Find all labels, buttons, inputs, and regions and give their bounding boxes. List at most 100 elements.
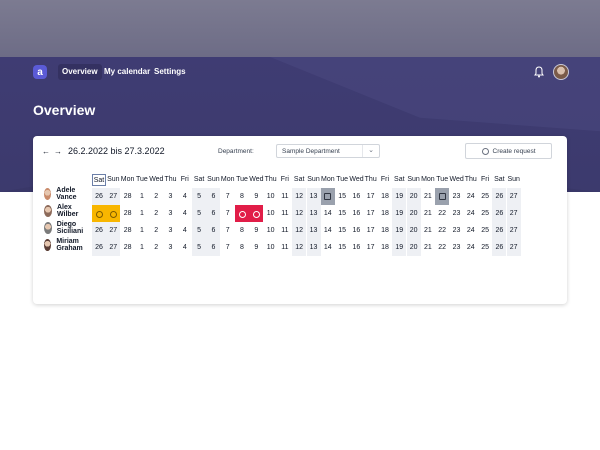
calendar-day-cell[interactable]: 2: [149, 188, 163, 205]
calendar-day-cell[interactable]: 20: [406, 205, 421, 222]
calendar-day-cell[interactable]: 6: [206, 205, 221, 222]
calendar-day-cell[interactable]: 9: [249, 188, 263, 205]
calendar-day-cell[interactable]: 17: [364, 205, 378, 222]
calendar-day-cell[interactable]: 24: [464, 205, 478, 222]
user-avatar[interactable]: [553, 64, 569, 80]
nav-my-calendar[interactable]: My calendar: [100, 64, 154, 80]
calendar-day-cell[interactable]: 22: [435, 205, 449, 222]
calendar-day-cell[interactable]: [92, 205, 106, 222]
calendar-day-cell[interactable]: 13: [306, 222, 321, 239]
calendar-day-cell[interactable]: 7: [221, 205, 235, 222]
calendar-day-cell[interactable]: 5: [192, 222, 207, 239]
calendar-day-cell[interactable]: 14: [321, 239, 335, 256]
calendar-day-cell[interactable]: 3: [164, 188, 178, 205]
calendar-day-cell[interactable]: 15: [335, 205, 349, 222]
calendar-day-cell[interactable]: 25: [478, 222, 492, 239]
calendar-day-cell[interactable]: 12: [292, 222, 307, 239]
calendar-day-cell[interactable]: 4: [178, 239, 192, 256]
calendar-day-cell[interactable]: 27: [106, 239, 121, 256]
calendar-day-cell[interactable]: 19: [392, 205, 407, 222]
calendar-day-cell[interactable]: [235, 205, 249, 222]
calendar-day-cell[interactable]: 9: [249, 222, 263, 239]
calendar-day-cell[interactable]: 17: [364, 222, 378, 239]
calendar-day-cell[interactable]: 5: [192, 239, 207, 256]
calendar-day-cell[interactable]: 11: [278, 205, 292, 222]
calendar-day-cell[interactable]: 27: [106, 188, 121, 205]
calendar-day-cell[interactable]: 20: [406, 188, 421, 205]
calendar-day-cell[interactable]: 23: [450, 188, 464, 205]
calendar-day-cell[interactable]: 3: [164, 205, 178, 222]
calendar-day-cell[interactable]: 26: [492, 239, 507, 256]
calendar-day-cell[interactable]: 25: [478, 188, 492, 205]
calendar-day-cell[interactable]: 21: [421, 239, 435, 256]
calendar-day-cell[interactable]: 17: [364, 239, 378, 256]
calendar-day-cell[interactable]: 20: [406, 222, 421, 239]
app-logo[interactable]: a: [33, 65, 47, 79]
calendar-day-cell[interactable]: 6: [206, 188, 221, 205]
calendar-day-cell[interactable]: 16: [349, 188, 363, 205]
calendar-day-cell[interactable]: 28: [121, 239, 135, 256]
calendar-day-cell[interactable]: 26: [492, 222, 507, 239]
prev-arrow-icon[interactable]: ←: [42, 147, 50, 156]
calendar-day-cell[interactable]: 24: [464, 222, 478, 239]
calendar-day-cell[interactable]: 18: [378, 239, 392, 256]
calendar-day-cell[interactable]: 21: [421, 222, 435, 239]
calendar-day-cell[interactable]: 1: [135, 222, 149, 239]
calendar-day-cell[interactable]: 2: [149, 239, 163, 256]
calendar-day-cell[interactable]: 3: [164, 239, 178, 256]
bell-icon[interactable]: [534, 66, 544, 78]
calendar-day-cell[interactable]: 23: [450, 239, 464, 256]
calendar-day-cell[interactable]: 2: [149, 222, 163, 239]
calendar-day-cell[interactable]: 16: [349, 222, 363, 239]
calendar-day-cell[interactable]: 27: [506, 239, 521, 256]
calendar-day-cell[interactable]: 26: [92, 239, 106, 256]
calendar-day-cell[interactable]: [435, 188, 450, 205]
nav-settings[interactable]: Settings: [150, 64, 190, 80]
calendar-day-cell[interactable]: [320, 188, 335, 205]
calendar-day-cell[interactable]: 7: [221, 222, 235, 239]
calendar-day-cell[interactable]: 25: [478, 239, 492, 256]
calendar-day-cell[interactable]: 28: [121, 205, 135, 222]
calendar-day-cell[interactable]: 26: [492, 205, 507, 222]
calendar-day-cell[interactable]: 18: [378, 188, 392, 205]
calendar-day-cell[interactable]: 28: [121, 222, 135, 239]
calendar-day-cell[interactable]: 1: [135, 205, 149, 222]
calendar-day-cell[interactable]: 6: [206, 222, 221, 239]
calendar-day-cell[interactable]: 11: [278, 188, 292, 205]
calendar-day-cell[interactable]: 13: [306, 205, 321, 222]
calendar-day-cell[interactable]: 4: [178, 188, 192, 205]
calendar-day-cell[interactable]: 17: [364, 188, 378, 205]
calendar-day-cell[interactable]: 4: [178, 222, 192, 239]
calendar-day-cell[interactable]: 27: [506, 222, 521, 239]
calendar-day-cell[interactable]: 26: [92, 188, 106, 205]
calendar-day-cell[interactable]: 11: [278, 222, 292, 239]
calendar-day-cell[interactable]: 1: [135, 239, 149, 256]
nav-overview[interactable]: Overview: [58, 64, 102, 80]
calendar-day-cell[interactable]: 11: [278, 239, 292, 256]
calendar-day-cell[interactable]: 15: [335, 239, 349, 256]
calendar-day-cell[interactable]: 10: [264, 188, 278, 205]
calendar-day-cell[interactable]: 7: [221, 188, 235, 205]
calendar-day-cell[interactable]: 4: [178, 205, 192, 222]
calendar-day-cell[interactable]: 24: [464, 188, 478, 205]
calendar-day-cell[interactable]: 26: [492, 188, 507, 205]
calendar-day-cell[interactable]: 5: [192, 188, 207, 205]
calendar-day-cell[interactable]: 16: [349, 239, 363, 256]
calendar-day-cell[interactable]: 23: [450, 205, 464, 222]
calendar-day-cell[interactable]: 1: [135, 188, 149, 205]
calendar-day-cell[interactable]: 13: [306, 188, 321, 205]
calendar-day-cell[interactable]: [106, 205, 121, 222]
calendar-day-cell[interactable]: 19: [392, 222, 407, 239]
calendar-day-cell[interactable]: 27: [506, 188, 521, 205]
calendar-day-cell[interactable]: 10: [264, 222, 278, 239]
calendar-day-cell[interactable]: 21: [421, 205, 435, 222]
calendar-day-cell[interactable]: 18: [378, 222, 392, 239]
calendar-day-cell[interactable]: 22: [435, 239, 449, 256]
calendar-day-cell[interactable]: 12: [292, 239, 307, 256]
calendar-day-cell[interactable]: 27: [506, 205, 521, 222]
calendar-day-cell[interactable]: [249, 205, 264, 222]
calendar-day-cell[interactable]: 15: [335, 222, 349, 239]
calendar-day-cell[interactable]: 13: [306, 239, 321, 256]
calendar-day-cell[interactable]: 25: [478, 205, 492, 222]
calendar-day-cell[interactable]: 6: [206, 239, 221, 256]
